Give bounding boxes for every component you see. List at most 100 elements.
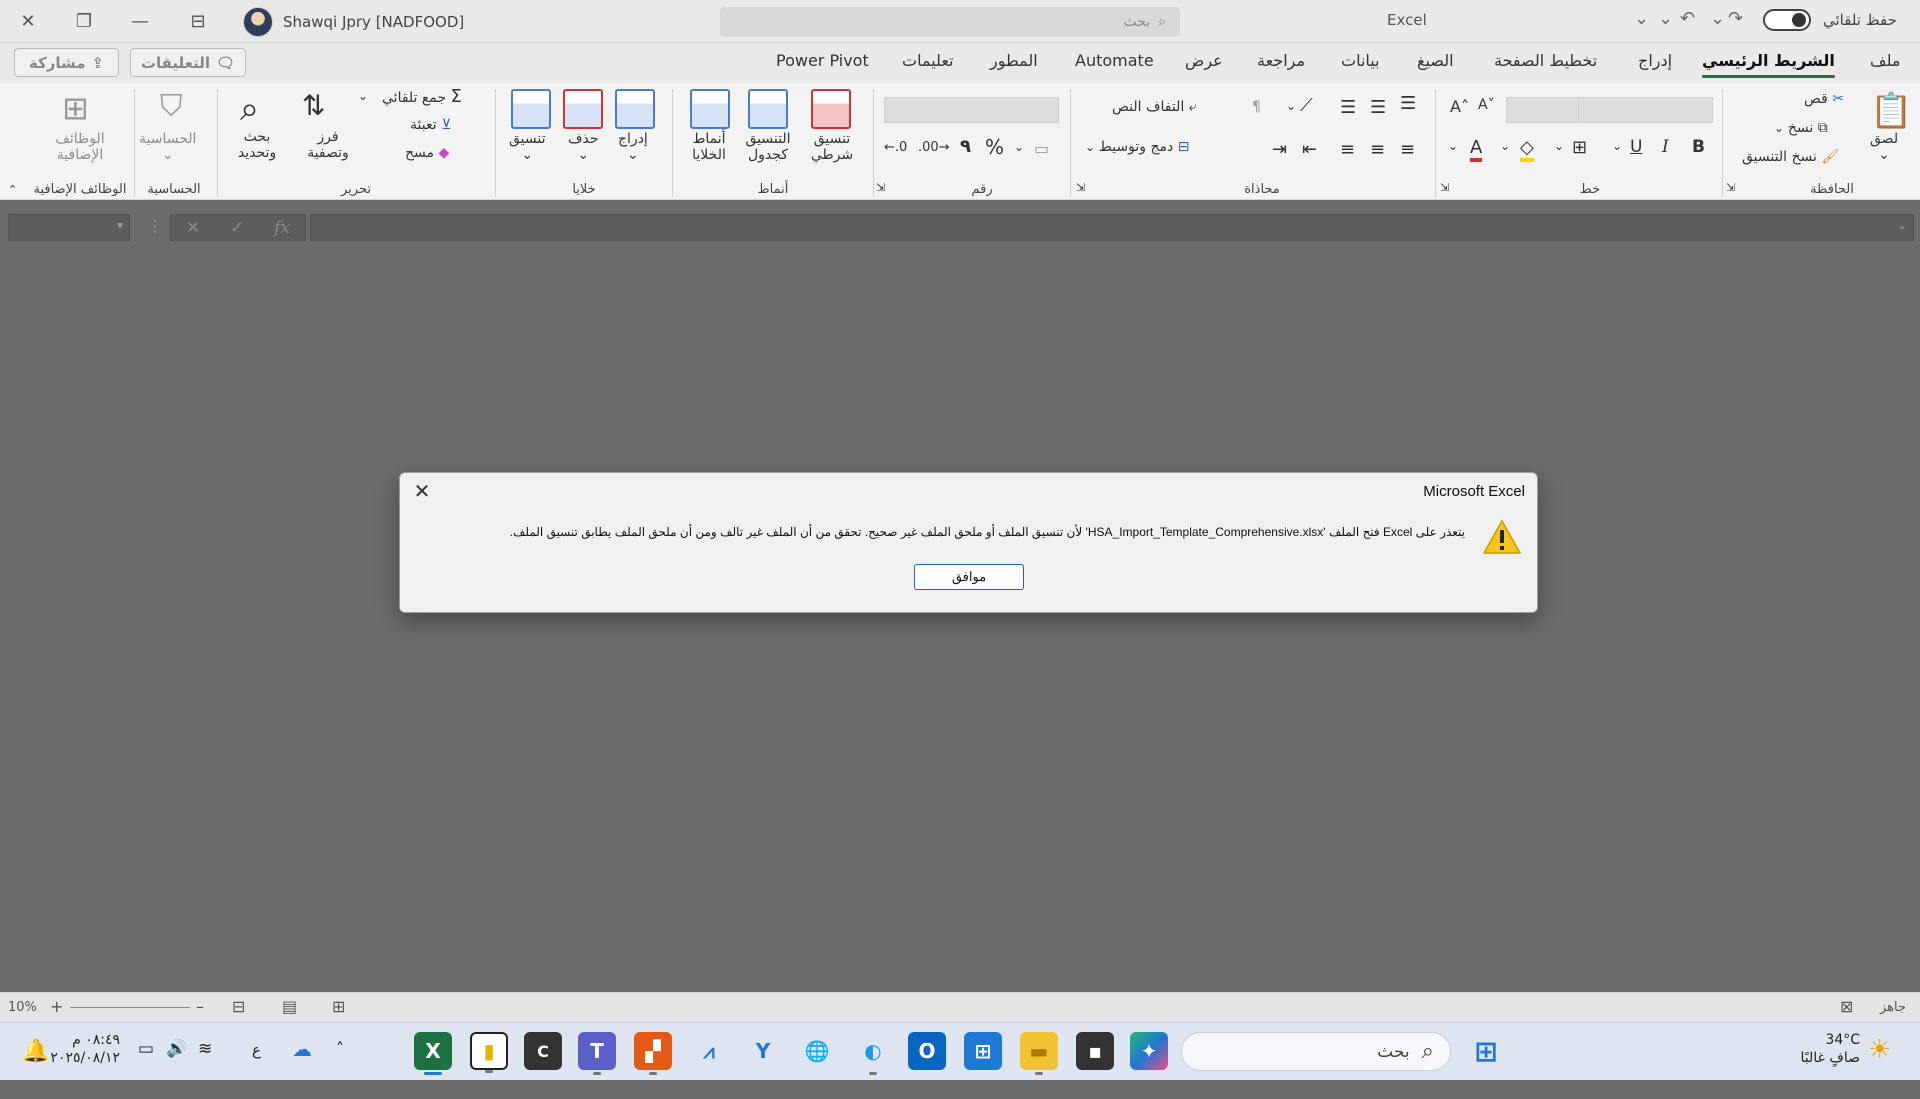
name-box-dropdown-icon[interactable]: ▾ bbox=[117, 218, 123, 232]
excel-taskbar-icon[interactable]: X bbox=[414, 1032, 452, 1075]
tab-automate[interactable]: Automate bbox=[1075, 51, 1154, 70]
number-format-dropdown[interactable] bbox=[884, 97, 1059, 123]
decrease-decimal-icon[interactable]: .00→ bbox=[918, 140, 950, 155]
formula-bar-options-icon[interactable]: ⋮ bbox=[147, 216, 163, 235]
start-menu-icon[interactable]: ⊞ bbox=[1467, 1032, 1505, 1070]
zoom-level[interactable]: 10% bbox=[8, 1000, 37, 1015]
autosum-dropdown-icon[interactable]: ⌄ bbox=[358, 89, 368, 103]
tab-formulas[interactable]: الصيغ bbox=[1417, 51, 1454, 70]
sensitivity-button[interactable]: الحساسية ⌄ bbox=[139, 131, 196, 163]
tab-help[interactable]: تعليمات bbox=[902, 51, 953, 70]
comments-button[interactable]: التعليقات 🗨 bbox=[130, 48, 246, 77]
onedrive-icon[interactable]: ☁ bbox=[292, 1037, 312, 1095]
tab-insert[interactable]: إدراج bbox=[1638, 51, 1672, 70]
copy-button[interactable]: ⌄ نسخ ⧉ bbox=[1774, 120, 1828, 136]
bold-button[interactable]: B bbox=[1692, 139, 1705, 156]
undo-dropdown-icon[interactable]: ⌄ bbox=[1710, 8, 1725, 29]
battery-icon[interactable]: ▭ bbox=[138, 1039, 154, 1097]
clock[interactable]: ٠٨:٤٩ م ٢٠٢٥/٠٨/١٢ bbox=[50, 1031, 120, 1089]
autosave-toggle[interactable] bbox=[1763, 9, 1811, 31]
account-button[interactable]: Shawqi Jpry [NADFOOD] bbox=[243, 6, 464, 37]
insert-cells-button[interactable]: إدراج ⌄ bbox=[618, 131, 648, 163]
paste-button[interactable]: لصق ⌄ bbox=[1870, 131, 1898, 163]
decrease-font-icon[interactable]: A˅ bbox=[1478, 97, 1495, 113]
merge-center-button[interactable]: ⌄ دمج وتوسيط ⊟ bbox=[1085, 139, 1189, 155]
dark-app-taskbar-icon[interactable]: ▪ bbox=[1076, 1032, 1114, 1070]
cancel-entry-icon[interactable]: ✕ bbox=[186, 218, 200, 238]
notification-bell-icon[interactable]: 🔔 bbox=[22, 1039, 49, 1097]
teams-taskbar-icon[interactable]: T bbox=[578, 1032, 616, 1075]
redo-icon[interactable]: ↷ bbox=[1728, 8, 1743, 29]
font-color-dropdown-icon[interactable]: ⌄ bbox=[1448, 139, 1458, 153]
close-window-icon[interactable]: ✕ bbox=[0, 0, 56, 43]
tab-view[interactable]: عرض bbox=[1185, 51, 1223, 70]
percent-style-button[interactable]: % bbox=[985, 137, 1004, 157]
delete-cells-button[interactable]: حذف ⌄ bbox=[568, 131, 599, 163]
tab-page-layout[interactable]: تخطيط الصفحة bbox=[1494, 51, 1597, 70]
increase-decimal-icon[interactable]: ←.0 bbox=[884, 140, 907, 155]
accounting-format-icon[interactable]: ▭ bbox=[1034, 139, 1049, 158]
expand-formula-icon[interactable]: ⌄ bbox=[1897, 218, 1907, 232]
accessibility-icon[interactable]: ⊠ bbox=[1840, 997, 1853, 1016]
decrease-indent-icon[interactable]: ⇤ bbox=[1302, 139, 1317, 160]
autosave-control[interactable]: حفظ تلقائي bbox=[1763, 9, 1897, 31]
minimize-window-icon[interactable]: — bbox=[112, 0, 168, 43]
autosum-button[interactable]: جمع تلقائي Σ bbox=[382, 88, 462, 107]
cell-styles-button[interactable]: أنماط الخلايا bbox=[682, 131, 736, 163]
customize-qat-icon[interactable]: ⌄ bbox=[1634, 8, 1649, 29]
powerbi-taskbar-icon[interactable]: ▮ bbox=[470, 1032, 508, 1073]
tab-data[interactable]: بيانات bbox=[1341, 51, 1380, 70]
orientation-icon[interactable]: ⟋ bbox=[1300, 95, 1313, 116]
align-bottom-icon[interactable]: ☰ bbox=[1340, 97, 1356, 118]
fill-button[interactable]: تعبئة ⊻ bbox=[410, 117, 451, 133]
globe-app-taskbar-icon[interactable]: 🌐 bbox=[798, 1032, 836, 1070]
paragraph-direction-icon[interactable]: ¶ bbox=[1252, 99, 1261, 115]
c-app-taskbar-icon[interactable]: C bbox=[524, 1032, 562, 1070]
store-taskbar-icon[interactable]: ⊞ bbox=[964, 1032, 1002, 1070]
y-app-taskbar-icon[interactable]: Y bbox=[744, 1032, 782, 1070]
input-language[interactable]: ع bbox=[252, 1041, 261, 1099]
align-middle-icon[interactable]: ☰ bbox=[1370, 97, 1386, 118]
format-cells-button[interactable]: تنسيق ⌄ bbox=[509, 131, 546, 163]
tab-file[interactable]: ملف bbox=[1870, 51, 1900, 70]
underline-dropdown-icon[interactable]: ⌄ bbox=[1612, 139, 1622, 153]
zoom-in-icon[interactable]: + bbox=[50, 997, 63, 1016]
font-dialog-launcher-icon[interactable]: ⇲ bbox=[1726, 181, 1735, 194]
dialog-close-icon[interactable]: ✕ bbox=[410, 479, 434, 503]
ribbon-display-options-icon[interactable]: ⊟ bbox=[170, 0, 226, 43]
zoom-slider[interactable] bbox=[70, 1007, 190, 1008]
font-name-dropdown[interactable] bbox=[1578, 97, 1713, 123]
sort-filter-button[interactable]: فرز وتصفية bbox=[300, 129, 356, 161]
italic-button[interactable]: I bbox=[1662, 139, 1669, 156]
restore-window-icon[interactable]: ❐ bbox=[56, 0, 112, 43]
page-break-view-icon[interactable]: ⊟ bbox=[232, 997, 245, 1016]
font-color-icon[interactable]: A bbox=[1470, 137, 1483, 162]
formula-input[interactable]: ⌄ bbox=[310, 214, 1914, 241]
clear-button[interactable]: مسح ◆ bbox=[405, 145, 449, 161]
blue-lines-app-taskbar-icon[interactable]: ⩘ bbox=[690, 1032, 728, 1070]
orientation-dropdown-icon[interactable]: ⌄ bbox=[1286, 99, 1296, 113]
increase-indent-icon[interactable]: ⇥ bbox=[1272, 139, 1287, 160]
comma-style-button[interactable]: ٩ bbox=[960, 138, 971, 156]
redo-dropdown-icon[interactable]: ⌄ bbox=[1658, 8, 1673, 29]
collapse-ribbon-icon[interactable]: ⌃ bbox=[8, 183, 17, 196]
taskbar-search[interactable]: بحث ⌕ bbox=[1181, 1032, 1451, 1071]
insert-function-button[interactable]: fx bbox=[274, 218, 290, 238]
undo-icon[interactable]: ↶ bbox=[1680, 8, 1695, 29]
align-right-icon[interactable]: ≡ bbox=[1400, 139, 1415, 160]
addins-button[interactable]: الوظائف الإضافية bbox=[55, 131, 105, 163]
format-as-table-button[interactable]: التنسيق كجدول bbox=[740, 131, 796, 163]
wrap-text-button[interactable]: التفاف النص ⤶ bbox=[1112, 99, 1197, 115]
borders-dropdown-icon[interactable]: ⌄ bbox=[1554, 139, 1564, 153]
file-explorer-taskbar-icon[interactable]: ▬ bbox=[1020, 1032, 1058, 1075]
outlook-taskbar-icon[interactable]: O bbox=[908, 1032, 946, 1070]
find-select-button[interactable]: بحث وتحديد bbox=[232, 129, 282, 161]
increase-font-icon[interactable]: A˄ bbox=[1450, 97, 1469, 116]
ok-button[interactable]: موافق bbox=[914, 564, 1024, 590]
tab-power-pivot[interactable]: Power Pivot bbox=[776, 51, 869, 70]
align-left-icon[interactable]: ≡ bbox=[1340, 139, 1355, 160]
zoom-out-icon[interactable]: – bbox=[196, 997, 204, 1016]
format-painter-button[interactable]: نسخ التنسيق 🖌 bbox=[1742, 149, 1839, 165]
weather-widget[interactable]: 34°C صافٍ غالبًا bbox=[1790, 1031, 1860, 1089]
cut-button[interactable]: قص ✂ bbox=[1804, 91, 1844, 107]
